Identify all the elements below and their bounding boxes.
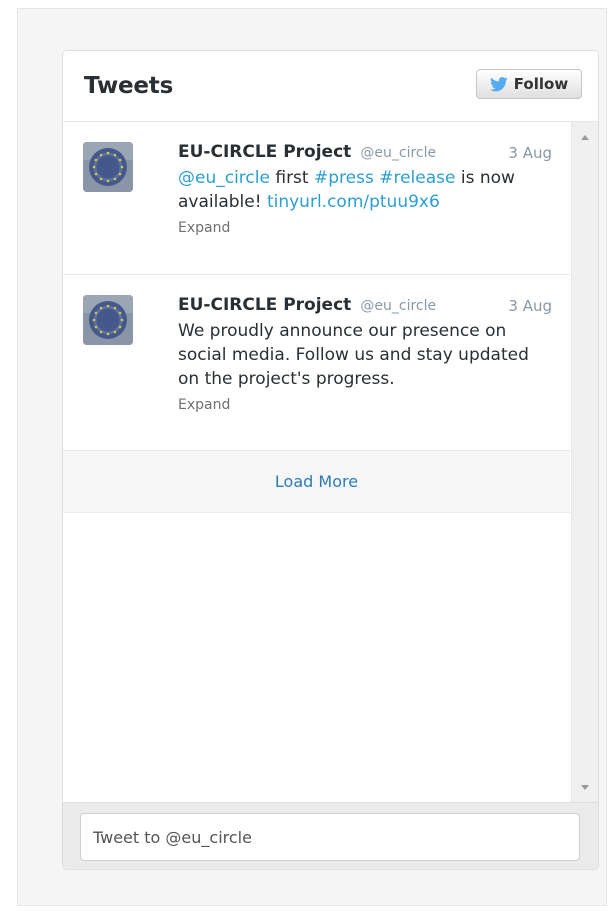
- author-handle[interactable]: @eu_circle: [360, 145, 436, 161]
- eu-circle-logo-icon: [83, 295, 133, 345]
- follow-button-label: Follow: [513, 75, 569, 93]
- tweet-text-segment: first: [269, 168, 314, 188]
- follow-button[interactable]: Follow: [476, 69, 582, 99]
- expand-link[interactable]: Expand: [178, 220, 552, 236]
- avatar[interactable]: [83, 295, 133, 345]
- tweet-text: @eu_circle first #press #release is now …: [178, 166, 552, 214]
- tweet-to-input[interactable]: [80, 813, 580, 861]
- scroll-up-icon[interactable]: [581, 135, 589, 140]
- hashtag-link[interactable]: #press: [314, 168, 374, 188]
- load-more-link[interactable]: Load More: [275, 472, 358, 491]
- tweet-item[interactable]: EU-CIRCLE Project @eu_circle 3 Aug @eu_c…: [63, 122, 570, 275]
- expand-link[interactable]: Expand: [178, 397, 552, 413]
- widget-title: Tweets: [84, 73, 174, 99]
- tweet-feed[interactable]: EU-CIRCLE Project @eu_circle 3 Aug @eu_c…: [63, 122, 570, 802]
- tweet-header: EU-CIRCLE Project @eu_circle 3 Aug: [178, 295, 552, 319]
- tweet-header: EU-CIRCLE Project @eu_circle 3 Aug: [178, 142, 552, 166]
- twitter-timeline-widget: Tweets Follow EU-CIRCLE Project @eu_circ…: [62, 50, 599, 870]
- widget-header: Tweets Follow: [63, 51, 598, 122]
- tweet-content: EU-CIRCLE Project @eu_circle 3 Aug @eu_c…: [178, 142, 552, 236]
- load-more-bar[interactable]: Load More: [63, 451, 570, 513]
- tweet-composer-bar: [63, 802, 598, 869]
- twitter-bird-icon: [489, 76, 508, 91]
- eu-circle-logo-icon: [83, 142, 133, 192]
- hashtag-link[interactable]: #release: [379, 168, 455, 188]
- feed-scrollbar[interactable]: [571, 122, 598, 802]
- avatar[interactable]: [83, 142, 133, 192]
- author-name[interactable]: EU-CIRCLE Project: [178, 295, 351, 315]
- tweet-content: EU-CIRCLE Project @eu_circle 3 Aug We pr…: [178, 295, 552, 413]
- mention-link[interactable]: @eu_circle: [178, 168, 270, 188]
- tweet-item[interactable]: EU-CIRCLE Project @eu_circle 3 Aug We pr…: [63, 275, 570, 451]
- scroll-down-icon[interactable]: [581, 785, 589, 790]
- tweet-date[interactable]: 3 Aug: [508, 297, 552, 315]
- tweet-text: We proudly announce our presence on soci…: [178, 321, 529, 389]
- author-handle[interactable]: @eu_circle: [360, 298, 436, 314]
- tweet-date[interactable]: 3 Aug: [508, 144, 552, 162]
- author-name[interactable]: EU-CIRCLE Project: [178, 142, 351, 162]
- page-panel: Tweets Follow EU-CIRCLE Project @eu_circ…: [17, 8, 607, 906]
- url-link[interactable]: tinyurl.com/ptuu9x6: [267, 192, 440, 212]
